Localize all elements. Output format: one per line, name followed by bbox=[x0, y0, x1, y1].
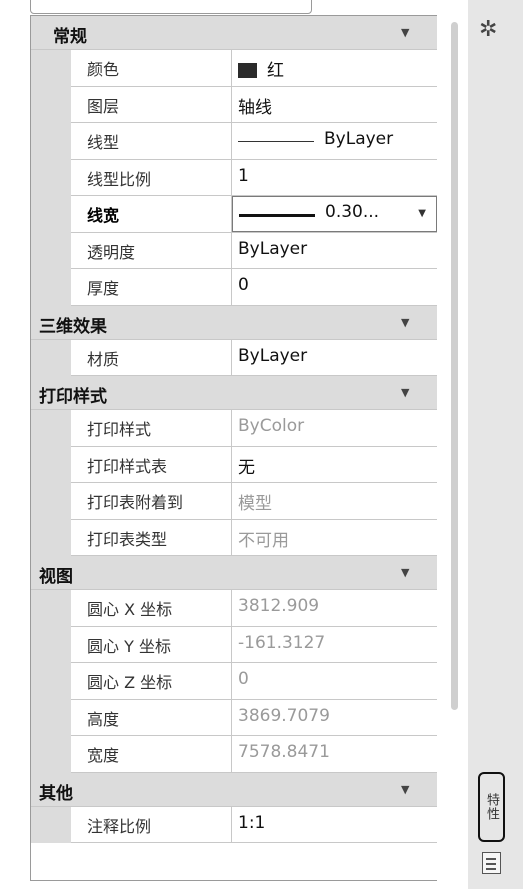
property-value[interactable]: 0 bbox=[232, 269, 437, 306]
property-name: 注释比例 bbox=[71, 806, 232, 843]
property-name: 线型比例 bbox=[71, 159, 232, 196]
property-value[interactable]: ByLayer bbox=[232, 340, 437, 376]
property-name: 打印表类型 bbox=[71, 519, 232, 556]
linetype-value: ByLayer bbox=[324, 129, 394, 149]
property-value: ByColor bbox=[232, 410, 437, 447]
chevron-down-icon[interactable]: ▼ bbox=[401, 316, 409, 329]
color-value: 红 bbox=[267, 61, 284, 81]
property-name: 打印样式表 bbox=[71, 446, 232, 483]
property-row-plot-table-type[interactable]: 打印表类型 不可用 bbox=[31, 519, 437, 556]
property-name: 线宽 bbox=[71, 196, 232, 233]
property-name: 透明度 bbox=[71, 232, 232, 269]
property-name: 颜色 bbox=[71, 50, 232, 87]
section-plot-style[interactable]: 打印样式 ▼ bbox=[31, 376, 437, 410]
scrollbar-thumb[interactable] bbox=[451, 22, 458, 710]
property-row-transparency[interactable]: 透明度 ByLayer bbox=[31, 232, 437, 269]
property-value: 3812.909 bbox=[232, 590, 437, 627]
chevron-down-icon[interactable]: ▼ bbox=[401, 783, 409, 796]
property-value[interactable]: 1 bbox=[232, 160, 437, 196]
property-row-color[interactable]: 颜色 红 bbox=[31, 50, 437, 87]
property-name: 材质 bbox=[71, 339, 232, 376]
property-row-plot-table-attached[interactable]: 打印表附着到 模型 bbox=[31, 483, 437, 520]
property-grid: 常规 ▼ 颜色 红 图层 轴线 线型 ByLayer 线型比例 1 线宽 0.3… bbox=[30, 15, 437, 881]
lineweight-combo[interactable]: 0.30... ▼ bbox=[232, 196, 437, 232]
property-name: 图层 bbox=[71, 86, 232, 123]
property-row-linetype[interactable]: 线型 ByLayer bbox=[31, 123, 437, 160]
object-selector[interactable] bbox=[30, 0, 312, 14]
property-value: 7578.8471 bbox=[232, 736, 437, 773]
lineweight-sample-icon bbox=[239, 214, 315, 217]
section-title: 其他 bbox=[39, 783, 73, 804]
chevron-down-icon[interactable]: ▼ bbox=[401, 566, 409, 579]
property-row-layer[interactable]: 图层 轴线 bbox=[31, 86, 437, 123]
property-name: 圆心 X 坐标 bbox=[71, 590, 232, 627]
section-title: 视图 bbox=[39, 567, 73, 587]
property-value: 0 bbox=[232, 663, 437, 700]
chevron-down-icon[interactable]: ▼ bbox=[418, 208, 426, 219]
property-name: 圆心 Y 坐标 bbox=[71, 626, 232, 663]
property-value[interactable]: 轴线 bbox=[232, 87, 437, 123]
lineweight-dropdown[interactable]: 0.30... ▼ bbox=[232, 196, 437, 233]
property-value: 模型 bbox=[232, 483, 437, 520]
property-value[interactable]: ByLayer bbox=[232, 233, 437, 269]
property-name: 厚度 bbox=[71, 269, 232, 306]
property-row-annotation-scale[interactable]: 注释比例 1:1 bbox=[31, 806, 437, 843]
section-title: 打印样式 bbox=[39, 387, 107, 407]
property-row-plot-style-table[interactable]: 打印样式表 无 bbox=[31, 446, 437, 483]
property-row-width[interactable]: 宽度 7578.8471 bbox=[31, 736, 437, 773]
property-row-center-x[interactable]: 圆心 X 坐标 3812.909 bbox=[31, 590, 437, 627]
property-value: 不可用 bbox=[232, 520, 437, 556]
property-value: -161.3127 bbox=[232, 627, 437, 663]
property-value[interactable]: 无 bbox=[232, 447, 437, 483]
section-view[interactable]: 视图 ▼ bbox=[31, 556, 437, 590]
properties-tab[interactable]: 特性 bbox=[478, 772, 505, 842]
section-3d-effects[interactable]: 三维效果 ▼ bbox=[31, 305, 437, 340]
property-row-thickness[interactable]: 厚度 0 bbox=[31, 269, 437, 306]
property-name: 打印样式 bbox=[71, 410, 232, 447]
section-general[interactable]: 常规 ▼ bbox=[31, 16, 437, 50]
chevron-down-icon[interactable]: ▼ bbox=[401, 26, 409, 39]
list-icon[interactable] bbox=[482, 852, 501, 874]
property-value[interactable]: ByLayer bbox=[232, 123, 437, 160]
chevron-down-icon[interactable]: ▼ bbox=[401, 386, 409, 399]
linetype-sample-icon bbox=[238, 141, 314, 142]
property-row-height[interactable]: 高度 3869.7079 bbox=[31, 699, 437, 736]
color-swatch-icon bbox=[238, 63, 257, 78]
property-value[interactable]: 1:1 bbox=[232, 807, 437, 843]
property-row-center-y[interactable]: 圆心 Y 坐标 -161.3127 bbox=[31, 626, 437, 663]
properties-palette: 常规 ▼ 颜色 红 图层 轴线 线型 ByLayer 线型比例 1 线宽 0.3… bbox=[0, 0, 523, 889]
section-title: 常规 bbox=[53, 27, 87, 47]
properties-tab-label: 特性 bbox=[484, 793, 499, 821]
property-row-material[interactable]: 材质 ByLayer bbox=[31, 339, 437, 376]
property-value[interactable]: 红 bbox=[232, 50, 437, 87]
property-row-center-z[interactable]: 圆心 Z 坐标 0 bbox=[31, 663, 437, 700]
property-name: 圆心 Z 坐标 bbox=[71, 663, 232, 700]
property-row-lineweight[interactable]: 线宽 0.30... ▼ bbox=[31, 196, 437, 233]
palette-side-strip bbox=[468, 0, 523, 889]
lineweight-value: 0.30... bbox=[325, 202, 380, 222]
property-row-plot-style[interactable]: 打印样式 ByColor bbox=[31, 410, 437, 447]
property-value: 3869.7079 bbox=[232, 700, 437, 736]
property-name: 宽度 bbox=[71, 736, 232, 773]
section-misc[interactable]: 其他 ▼ bbox=[31, 772, 437, 807]
property-name: 高度 bbox=[71, 699, 232, 736]
section-title: 三维效果 bbox=[39, 316, 107, 337]
gear-icon[interactable]: ✲ bbox=[479, 17, 497, 42]
property-name: 线型 bbox=[71, 123, 232, 160]
property-name: 打印表附着到 bbox=[71, 483, 232, 520]
property-row-linetype-scale[interactable]: 线型比例 1 bbox=[31, 159, 437, 196]
